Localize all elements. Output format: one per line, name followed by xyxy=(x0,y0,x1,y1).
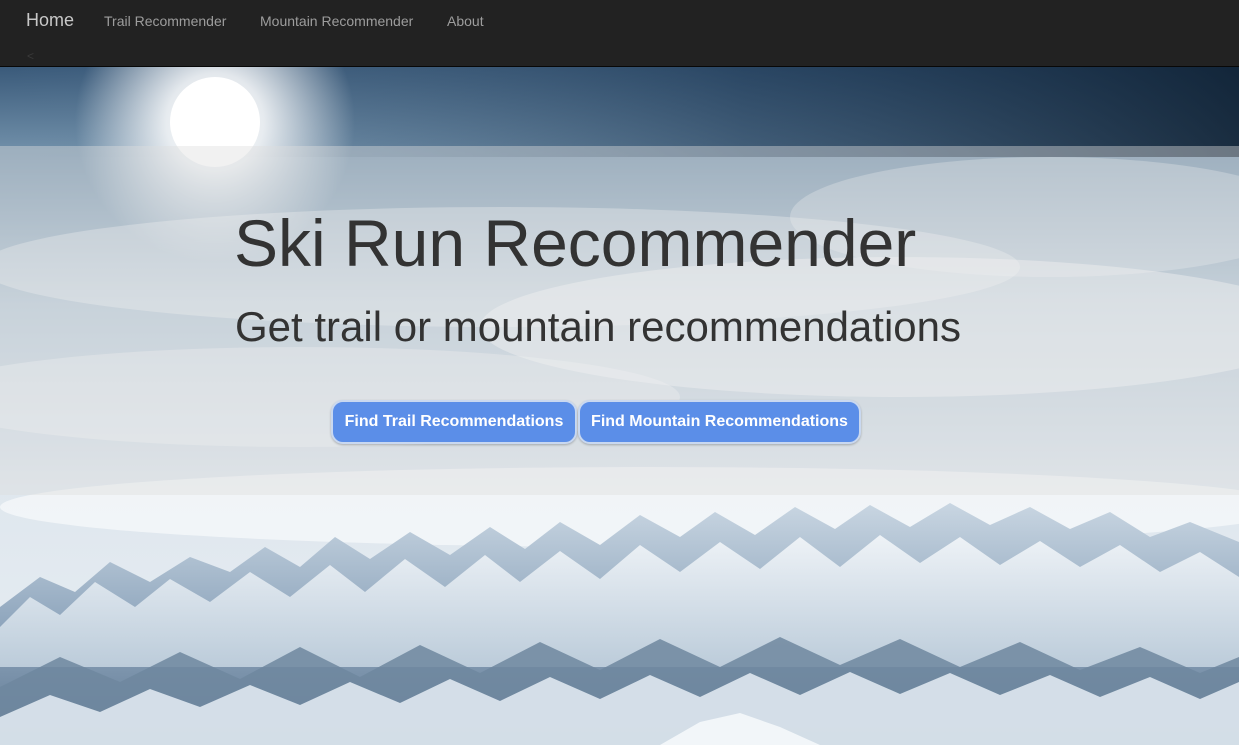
jumbotron-overlay: Ski Run Recommender Get trail or mountai… xyxy=(0,146,1239,495)
hero-section: Ski Run Recommender Get trail or mountai… xyxy=(0,67,1239,745)
nav-about-link[interactable]: About xyxy=(447,13,484,29)
find-trail-recommendations-button[interactable]: Find Trail Recommendations xyxy=(331,400,577,444)
chevron-left-icon: < xyxy=(27,49,35,63)
find-mountain-recommendations-button[interactable]: Find Mountain Recommendations xyxy=(578,400,861,444)
nav-trail-recommender-link[interactable]: Trail Recommender xyxy=(104,13,226,29)
top-navbar: Home Trail Recommender Mountain Recommen… xyxy=(0,0,1239,67)
nav-mountain-recommender-link[interactable]: Mountain Recommender xyxy=(260,13,413,29)
page-subtitle: Get trail or mountain recommendations xyxy=(235,303,961,350)
page-title: Ski Run Recommender xyxy=(234,206,917,280)
nav-home-link[interactable]: Home xyxy=(26,10,74,31)
